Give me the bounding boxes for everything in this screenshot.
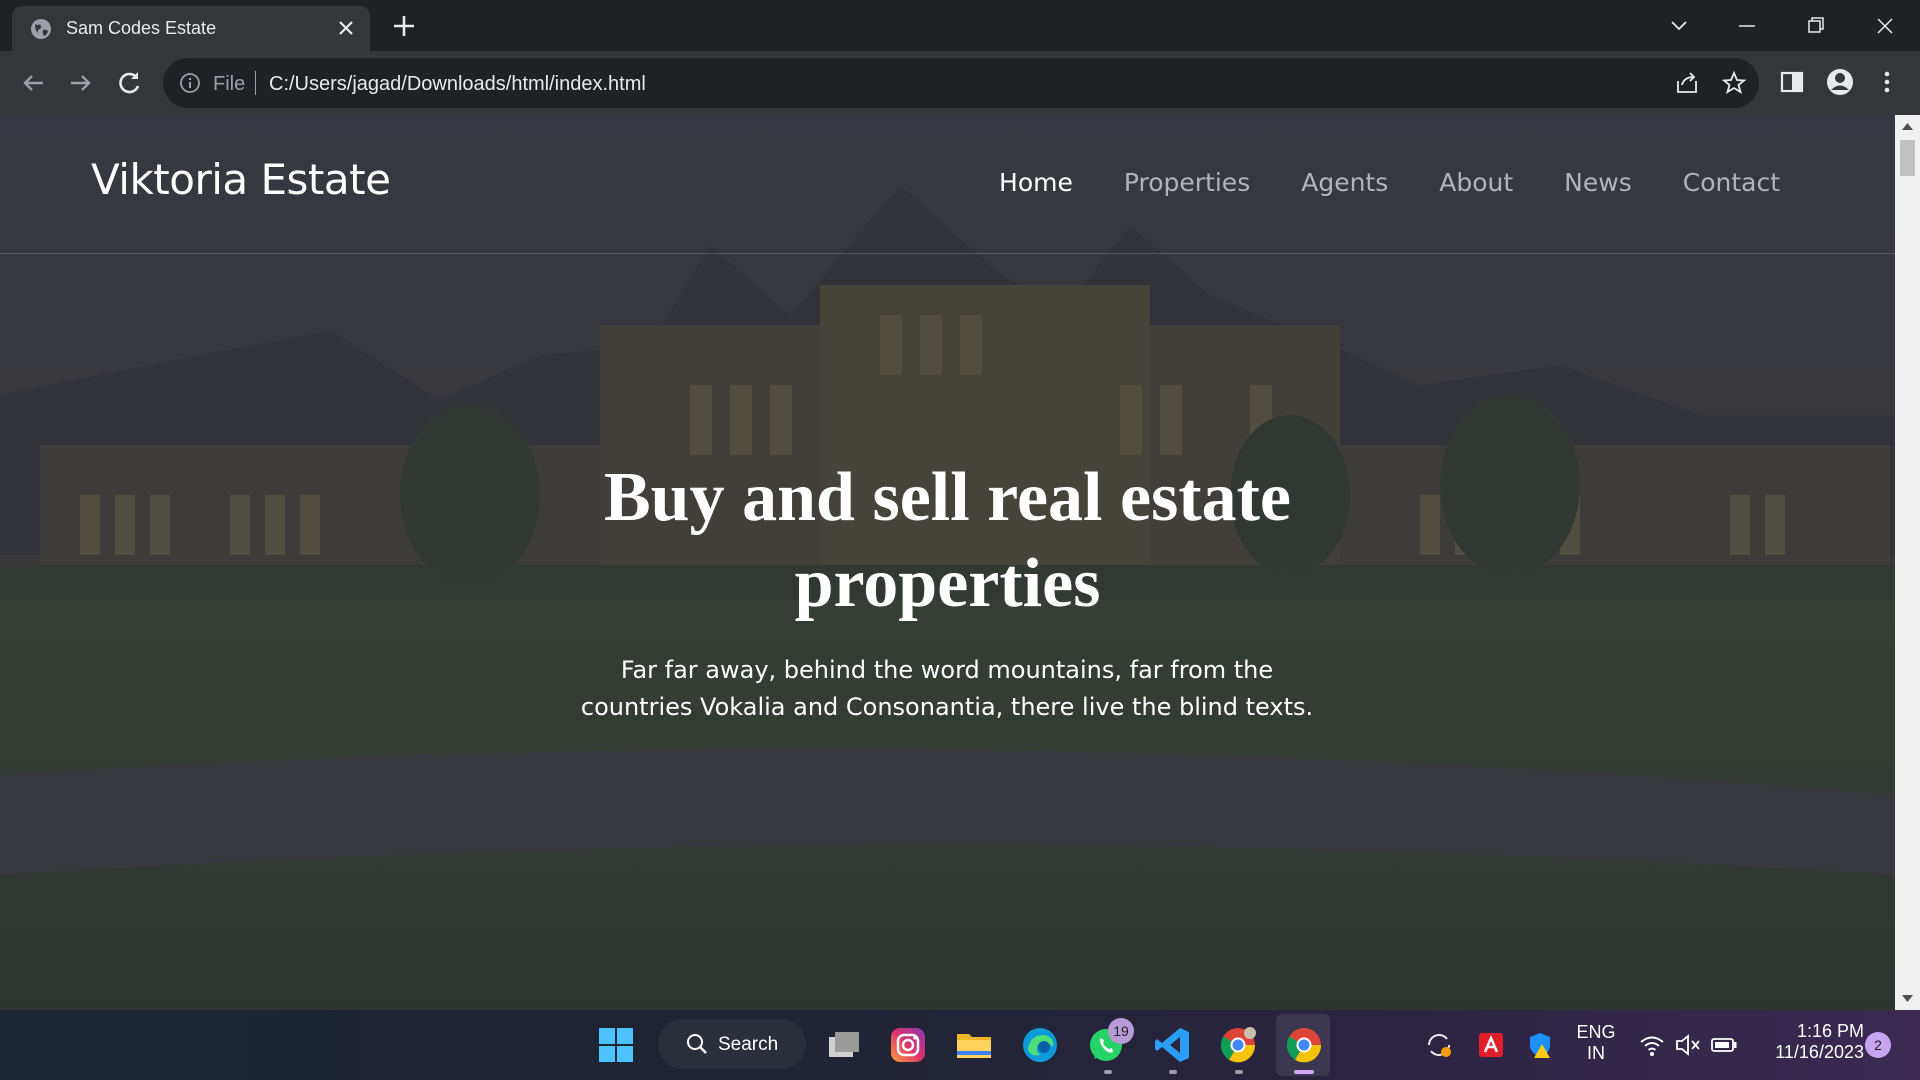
nav-about[interactable]: About: [1439, 168, 1513, 197]
edge-icon[interactable]: [1020, 1025, 1060, 1065]
chrome-profile-icon[interactable]: [1218, 1025, 1258, 1065]
hero-subtitle-line1: Far far away, behind the word mountains,…: [620, 656, 1274, 684]
instagram-icon[interactable]: [888, 1025, 928, 1065]
vscode-icon[interactable]: [1152, 1025, 1192, 1065]
address-separator: [255, 71, 256, 95]
file-explorer-icon[interactable]: [954, 1025, 994, 1065]
nav-news[interactable]: News: [1564, 168, 1632, 197]
volume-muted-icon[interactable]: [1673, 1030, 1703, 1060]
whatsapp-running-indicator: [1104, 1070, 1112, 1074]
task-view-icon[interactable]: [823, 1025, 863, 1065]
clock-time: 1:16 PM: [1796, 1021, 1864, 1041]
chrome-icon[interactable]: [1284, 1025, 1324, 1065]
menu-dots-icon[interactable]: [1872, 67, 1902, 97]
scroll-down-arrow-icon[interactable]: [1901, 994, 1914, 1004]
chrome-profile-running-indicator: [1235, 1070, 1243, 1074]
notification-badge[interactable]: 2: [1865, 1032, 1891, 1058]
reload-icon[interactable]: [113, 67, 145, 99]
browser-titlebar: Sam Codes Estate: [0, 0, 1920, 51]
site-brand[interactable]: Viktoria Estate: [91, 155, 391, 204]
scheme-label: File: [213, 73, 246, 95]
restore-icon[interactable]: [1798, 8, 1834, 44]
page-scrollbar[interactable]: [1895, 115, 1920, 1010]
side-panel-icon[interactable]: [1777, 67, 1807, 97]
search-label: Search: [718, 1034, 779, 1055]
minimize-icon[interactable]: [1729, 8, 1765, 44]
language-code: ENG: [1576, 1022, 1616, 1042]
profile-icon[interactable]: [1825, 67, 1855, 97]
battery-icon[interactable]: [1709, 1030, 1739, 1060]
hero-title: Buy and sell real estate properties: [0, 455, 1895, 627]
taskbar-search[interactable]: Search: [658, 1019, 806, 1069]
clock[interactable]: 1:16 PM 11/16/2023: [1756, 1021, 1864, 1063]
nav-agents[interactable]: Agents: [1301, 168, 1388, 197]
browser-tab[interactable]: Sam Codes Estate: [12, 6, 370, 51]
forward-arrow-icon[interactable]: [65, 67, 97, 99]
search-icon: [687, 1034, 707, 1054]
vscode-running-indicator: [1169, 1070, 1177, 1074]
globe-icon: [31, 19, 51, 39]
language-indicator[interactable]: ENG IN: [1570, 1022, 1622, 1064]
tab-search-chevron-icon[interactable]: [1661, 8, 1697, 44]
close-window-icon[interactable]: [1867, 8, 1903, 44]
site-menu: Home Properties Agents About News Contac…: [999, 168, 1780, 197]
amd-software-icon[interactable]: [1476, 1030, 1506, 1060]
wifi-icon[interactable]: [1637, 1030, 1667, 1060]
scroll-up-arrow-icon[interactable]: [1901, 121, 1914, 131]
site-navbar: Viktoria Estate Home Properties Agents A…: [0, 115, 1895, 254]
hero-subtitle: Far far away, behind the word mountains,…: [547, 652, 1347, 726]
browser-toolbar: File C:/Users/jagad/Downloads/html/index…: [0, 51, 1920, 115]
scrollbar-thumb[interactable]: [1900, 140, 1915, 176]
chrome-active-indicator: [1294, 1070, 1314, 1074]
nav-contact[interactable]: Contact: [1683, 168, 1780, 197]
security-warning-icon[interactable]: [1525, 1030, 1555, 1060]
close-tab-icon[interactable]: [334, 16, 358, 40]
back-arrow-icon[interactable]: [17, 67, 49, 99]
address-bar[interactable]: File C:/Users/jagad/Downloads/html/index…: [163, 58, 1759, 108]
hero-subtitle-line2: countries Vokalia and Consonantia, there…: [580, 693, 1314, 721]
page-viewport: Viktoria Estate Home Properties Agents A…: [0, 115, 1895, 1010]
whatsapp-badge: 19: [1108, 1018, 1134, 1044]
windows-start-icon[interactable]: [596, 1025, 636, 1065]
new-tab-icon[interactable]: [390, 12, 418, 40]
region-code: IN: [1587, 1043, 1605, 1063]
clock-date: 11/16/2023: [1775, 1042, 1864, 1062]
sync-icon[interactable]: [1423, 1029, 1455, 1061]
hero-title-line2: properties: [794, 545, 1101, 622]
hero-title-line1: Buy and sell real estate: [603, 459, 1291, 536]
bookmark-star-icon[interactable]: [1721, 70, 1747, 96]
nav-properties[interactable]: Properties: [1124, 168, 1250, 197]
url-text[interactable]: C:/Users/jagad/Downloads/html/index.html: [269, 73, 646, 96]
share-icon[interactable]: [1674, 70, 1700, 96]
nav-home[interactable]: Home: [999, 168, 1073, 197]
tab-title: Sam Codes Estate: [66, 18, 217, 38]
windows-taskbar: Search 19 ENG IN 1:16 PM 11/16/2023 2: [0, 1010, 1920, 1080]
info-icon[interactable]: [179, 72, 201, 94]
